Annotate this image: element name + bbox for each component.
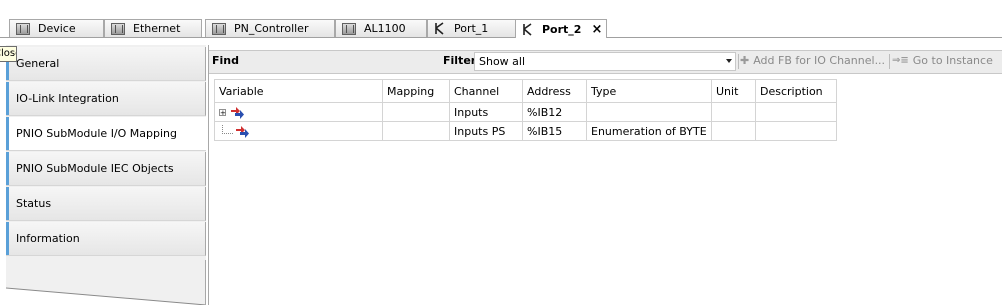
description-cell: [755, 102, 837, 122]
nav-item-pnio-submodule-io-mapping[interactable]: PNIO SubModule I/O Mapping: [6, 117, 206, 151]
tab-ethernet[interactable]: Ethernet: [104, 19, 202, 37]
tab-label: Device: [38, 22, 76, 35]
close-tab-icon[interactable]: ×: [591, 23, 602, 36]
device-icon: [16, 22, 30, 35]
variable-cell[interactable]: [214, 121, 383, 141]
nav-item-label: General: [16, 57, 60, 70]
toolbar-separator: [738, 54, 739, 69]
side-nav-bottom-edge: [6, 260, 206, 305]
go-to-instance-button[interactable]: ⇒≡ Go to Instance: [892, 54, 993, 67]
editor-side-nav: General IO-Link Integration PNIO SubModu…: [6, 45, 206, 305]
toolbar-separator: [889, 54, 890, 69]
tab-label: Ethernet: [133, 22, 181, 35]
nav-item-label: PNIO SubModule IEC Objects: [16, 162, 174, 175]
tab-device[interactable]: Device: [9, 19, 104, 37]
type-cell: Enumeration of BYTE: [586, 121, 712, 141]
io-mapping-panel: Find Filter Show all ✚ Add FB for IO Cha…: [208, 45, 1002, 305]
nav-accent-bar: [6, 222, 9, 255]
address-cell: %IB12: [522, 102, 587, 122]
tab-port-1[interactable]: Port_1: [427, 19, 517, 37]
filter-label: Filter: [443, 54, 477, 67]
variable-cell[interactable]: +: [214, 102, 383, 122]
table-row[interactable]: Inputs PS %IB15 Enumeration of BYTE: [214, 121, 837, 141]
table-header-row: Variable Mapping Channel Address Type Un…: [214, 79, 837, 103]
tab-pn-controller[interactable]: PN_Controller: [205, 19, 335, 37]
nav-accent-bar: [6, 117, 9, 150]
port-icon: [434, 22, 446, 35]
goto-label: Go to Instance: [912, 54, 993, 67]
tab-label: Port_1: [454, 22, 489, 35]
tab-port-2[interactable]: Port_2 ×: [515, 19, 607, 38]
device-icon: [111, 22, 125, 35]
type-cell: [586, 102, 712, 122]
channel-cell: Inputs: [449, 102, 523, 122]
tab-label: PN_Controller: [234, 22, 309, 35]
add-fb-label: Add FB for IO Channel...: [753, 54, 886, 67]
input-channel-icon: [236, 125, 249, 138]
unit-cell: [711, 121, 756, 141]
tab-strip-baseline: [0, 37, 1002, 38]
tab-label: AL1100: [364, 22, 406, 35]
column-header-description[interactable]: Description: [755, 79, 837, 103]
channel-cell: Inputs PS: [449, 121, 523, 141]
mapping-toolbar: Find Filter Show all ✚ Add FB for IO Cha…: [209, 50, 1002, 74]
device-icon: [212, 22, 226, 35]
mapping-cell[interactable]: [382, 121, 450, 141]
filter-value: Show all: [479, 55, 526, 68]
nav-item-label: IO-Link Integration: [16, 92, 119, 105]
nav-item-status[interactable]: Status: [6, 187, 206, 221]
column-header-channel[interactable]: Channel: [449, 79, 523, 103]
device-icon: [342, 22, 356, 35]
input-channel-icon: [231, 106, 244, 119]
close-tooltip: Close: [0, 46, 17, 62]
add-fb-for-io-channel-button[interactable]: ✚ Add FB for IO Channel...: [740, 54, 885, 67]
nav-accent-bar: [6, 187, 9, 220]
goto-arrow-icon: ⇒≡: [892, 55, 909, 66]
chevron-down-icon[interactable]: [726, 59, 732, 63]
tab-al1100[interactable]: AL1100: [335, 19, 427, 37]
find-label: Find: [212, 54, 239, 67]
document-tab-strip: Device Ethernet PN_Controller AL1100 Por…: [0, 0, 1002, 38]
port-icon: [522, 22, 534, 36]
description-cell: [755, 121, 837, 141]
column-header-type[interactable]: Type: [586, 79, 712, 103]
nav-item-label: Information: [16, 232, 80, 245]
column-header-unit[interactable]: Unit: [711, 79, 756, 103]
nav-item-label: Status: [16, 197, 52, 210]
nav-item-pnio-submodule-iec-objects[interactable]: PNIO SubModule IEC Objects: [6, 152, 206, 186]
table-row[interactable]: + Inputs %IB12: [214, 102, 837, 122]
column-header-variable[interactable]: Variable: [214, 79, 383, 103]
nav-item-label: PNIO SubModule I/O Mapping: [16, 127, 178, 140]
plus-icon: ✚: [740, 54, 750, 67]
find-input[interactable]: [239, 52, 439, 70]
nav-item-information[interactable]: Information: [6, 222, 206, 256]
mapping-cell[interactable]: [382, 102, 450, 122]
io-mapping-table: Variable Mapping Channel Address Type Un…: [214, 79, 837, 141]
unit-cell: [711, 102, 756, 122]
nav-item-general[interactable]: General: [6, 47, 206, 81]
tab-label: Port_2: [542, 22, 582, 36]
column-header-address[interactable]: Address: [522, 79, 587, 103]
filter-dropdown[interactable]: Show all: [474, 52, 736, 71]
nav-accent-bar: [6, 82, 9, 115]
nav-item-io-link-integration[interactable]: IO-Link Integration: [6, 82, 206, 116]
tree-connector: [222, 124, 233, 134]
nav-accent-bar: [6, 152, 9, 185]
address-cell: %IB15: [522, 121, 587, 141]
expand-plus-icon[interactable]: +: [219, 109, 226, 117]
column-header-mapping[interactable]: Mapping: [382, 79, 450, 103]
